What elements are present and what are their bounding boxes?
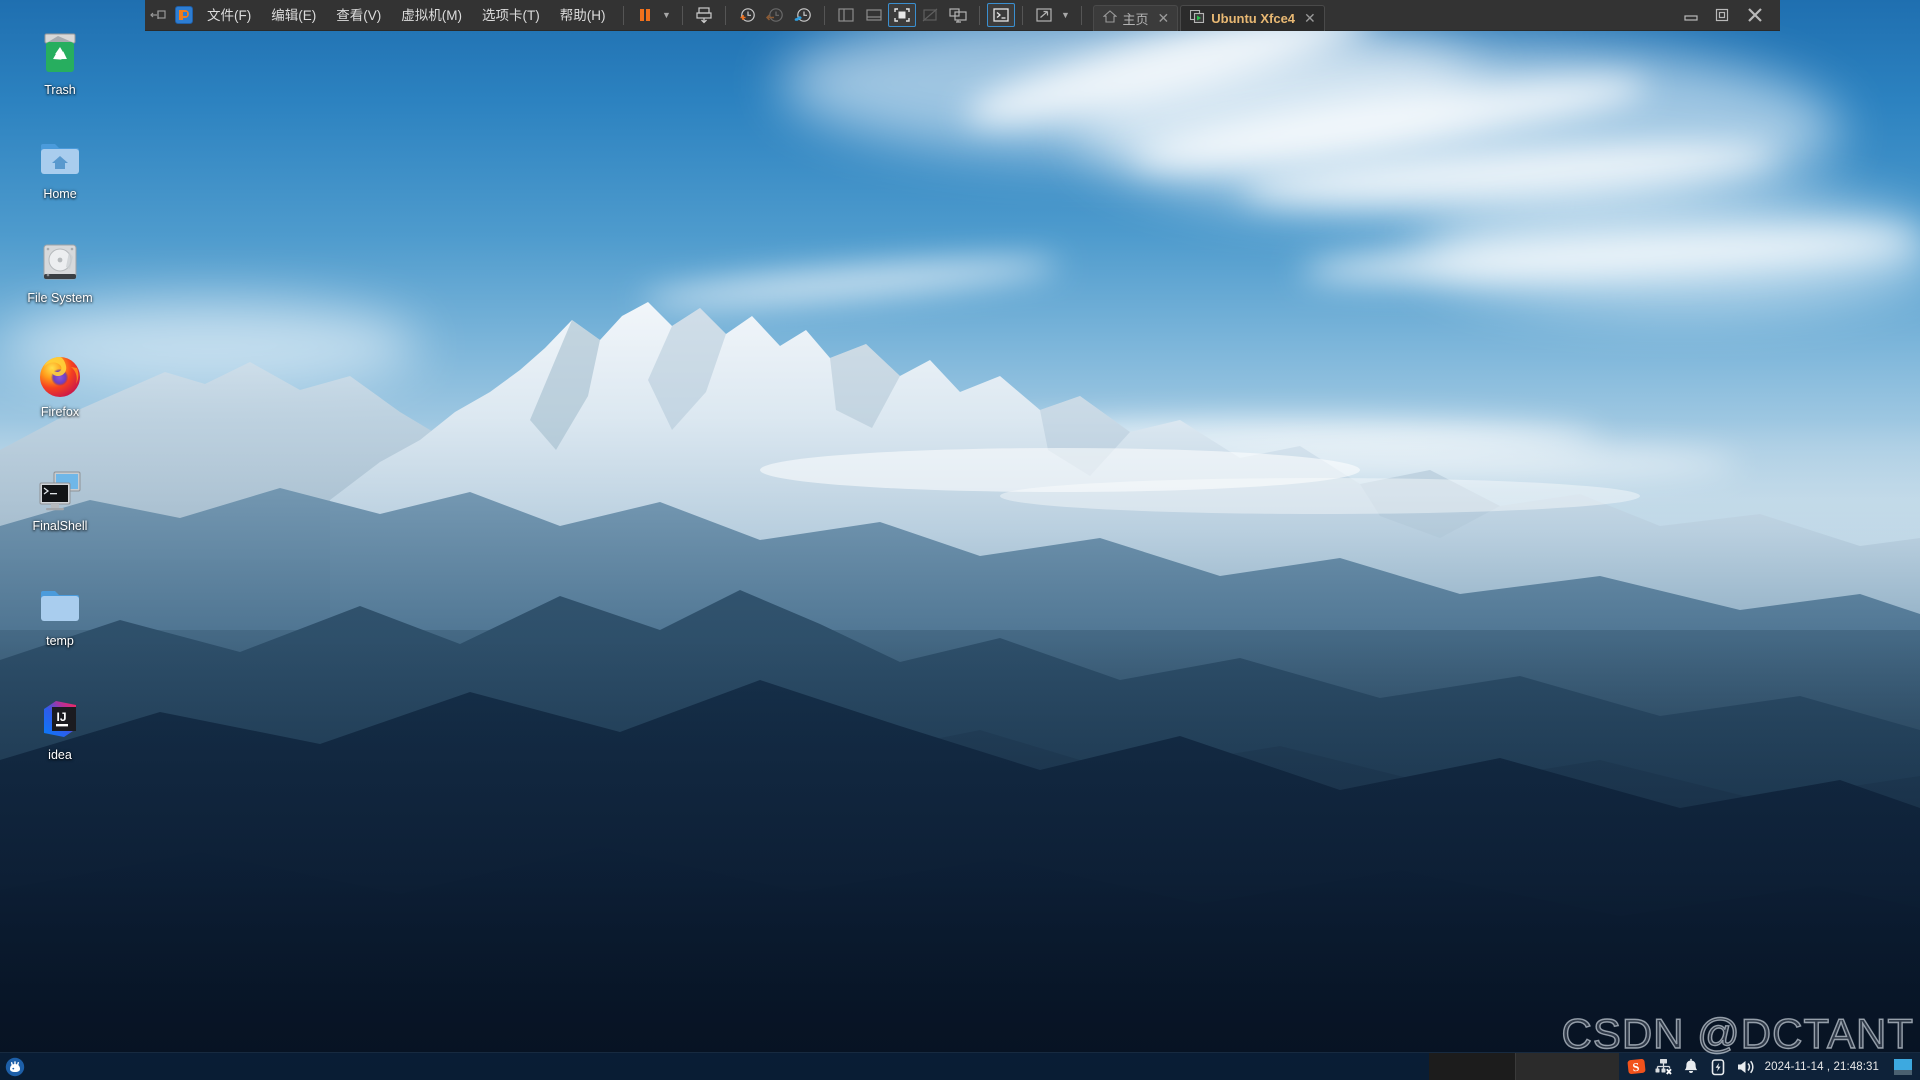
close-button[interactable] [1740,2,1770,28]
pause-icon[interactable] [631,3,659,27]
fullscreen-icon[interactable] [887,3,916,27]
notification-bell-icon[interactable] [1681,1057,1701,1077]
menu-tabs[interactable]: 选项卡(T) [472,0,550,31]
vmware-menubar: 文件(F) 编辑(E) 查看(V) 虚拟机(M) 选项卡(T) 帮助(H) [197,0,616,31]
desktop-icon-temp[interactable]: temp [14,581,106,648]
desktop-icon-label: Trash [44,83,76,97]
desktop-icon-firefox[interactable]: Firefox [14,352,106,419]
desktop-icon-label: FinalShell [32,519,88,533]
toolbar-separator [681,5,683,25]
desktop-icon-file-system[interactable]: File System [14,238,106,305]
chevron-down-icon-2[interactable]: ▼ [1058,3,1074,27]
desktop-icon-home[interactable]: Home [14,134,106,201]
restore-button[interactable] [1708,2,1738,28]
xfce-applications-button[interactable] [0,1053,30,1080]
chevron-down-icon[interactable]: ▼ [659,3,675,27]
volume-icon[interactable] [1735,1057,1755,1077]
vmware-tab-strip: 主页 ✕ Ubuntu Xfce4 ✕ [1092,0,1327,31]
unity-icon [916,3,944,27]
window-controls [1676,2,1780,28]
intellij-idea-icon: IJ [36,695,84,743]
vm-play-icon [1190,9,1205,26]
svg-text:IJ: IJ [57,710,67,724]
desktop-icon-label: Firefox [40,405,80,419]
desktop[interactable]: Trash Home File System Firefox FinalShel… [0,0,1920,1080]
sogou-input-icon[interactable]: S [1627,1057,1647,1077]
vmware-window-bar: 文件(F) 编辑(E) 查看(V) 虚拟机(M) 选项卡(T) 帮助(H) ▼ [145,0,1780,31]
snapshot-manager-icon[interactable] [789,3,817,27]
toolbar-separator [622,5,624,25]
take-snapshot-icon[interactable] [733,3,761,27]
minimize-button[interactable] [1676,2,1706,28]
firefox-icon [36,352,84,400]
folder-icon [36,581,84,629]
desktop-icon-finalshell[interactable]: FinalShell [14,466,106,533]
close-icon[interactable]: ✕ [1158,10,1170,27]
home-icon [1102,10,1117,26]
panel-separator-a [1428,1052,1515,1080]
tab-ubuntu-label: Ubuntu Xfce4 [1211,10,1296,26]
desktop-icon-label: idea [48,748,72,762]
trash-icon [36,30,84,78]
tab-home[interactable]: 主页 ✕ [1092,4,1179,31]
toolbar-separator [1021,5,1023,25]
tab-ubuntu-xfce4[interactable]: Ubuntu Xfce4 ✕ [1180,4,1325,31]
panel-separator-c [1515,1052,1619,1080]
wallpaper-vignette [0,640,1920,1080]
desktop-icon-label: temp [46,634,74,648]
desktop-icon-idea[interactable]: IJ idea [14,695,106,762]
harddisk-icon [36,238,84,286]
sidebar-library-icon[interactable] [832,3,860,27]
toolbar-separator [724,5,726,25]
console-icon[interactable] [986,3,1015,27]
tab-home-label: 主页 [1122,11,1149,27]
toolbar-separator [823,5,825,25]
finalshell-icon [36,466,84,514]
menu-help[interactable]: 帮助(H) [550,0,616,31]
multiple-monitors-icon[interactable] [944,3,972,27]
menu-edit[interactable]: 编辑(E) [261,0,326,31]
thumbnail-bar-icon[interactable] [860,3,888,27]
home-folder-icon [36,134,84,182]
battery-charging-icon[interactable] [1708,1057,1728,1077]
clock[interactable]: 2024-11-14 , 21:48:31 [1765,1061,1879,1073]
menu-view[interactable]: 查看(V) [326,0,391,31]
revert-snapshot-icon [761,3,789,27]
system-tray: S 2024-11-14 , 21:48:31 [1618,1052,1920,1080]
desktop-icon-trash[interactable]: Trash [14,30,106,97]
menu-vm[interactable]: 虚拟机(M) [391,0,472,31]
xfce-panel: S 2024-11-14 , 21:48:31 [0,1052,1920,1080]
desktop-icon-label: Home [43,187,77,201]
stretch-icon[interactable] [1030,3,1058,27]
toolbar-separator [1080,5,1082,25]
pin-sidebar-icon[interactable] [145,0,171,31]
toolbar-separator [978,5,980,25]
close-icon[interactable]: ✕ [1304,10,1316,27]
menu-file[interactable]: 文件(F) [197,0,261,31]
desktop-icon-label: File System [27,291,93,305]
network-off-icon[interactable] [1654,1057,1674,1077]
show-desktop-button[interactable] [1892,1057,1914,1077]
panel-window-buttons[interactable] [0,1053,1429,1080]
snapshot-icon[interactable] [690,3,718,27]
vmware-logo-icon [171,0,197,31]
